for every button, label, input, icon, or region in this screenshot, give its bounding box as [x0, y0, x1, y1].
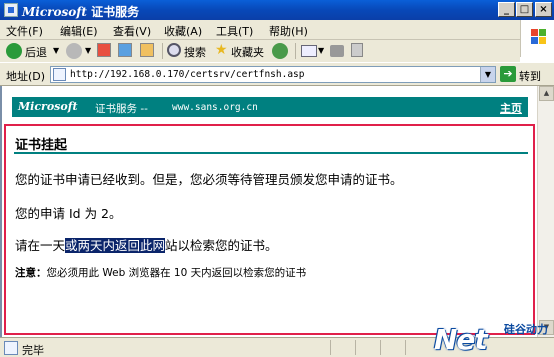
- note-label: 注意：: [15, 267, 47, 279]
- edit-icon[interactable]: [351, 43, 363, 57]
- minimize-button[interactable]: _: [498, 2, 515, 17]
- status-text: 完毕: [22, 344, 44, 357]
- banner-host: www.sans.org.cn: [172, 102, 258, 113]
- toolbar-separator: [295, 43, 296, 59]
- address-bar: 地址(D) http://192.168.0.170/certsrv/certf…: [0, 62, 554, 86]
- status-divider: [380, 340, 381, 355]
- menu-help[interactable]: 帮助(H): [269, 23, 308, 39]
- vertical-scrollbar[interactable]: ▲ ▼: [537, 86, 554, 337]
- window-title: Microsoft 证书服务: [22, 3, 139, 20]
- note-message: 注意：您必须用此 Web 浏览器在 10 天内返回以检索您的证书: [15, 265, 306, 280]
- go-arrow-icon[interactable]: ➔: [500, 66, 516, 82]
- address-input[interactable]: http://192.168.0.170/certsrv/certfnsh.as…: [50, 66, 496, 83]
- home-link[interactable]: 主页: [500, 100, 522, 116]
- page-banner: Microsoft 证书服务 -- www.sans.org.cn 主页: [12, 97, 528, 117]
- watermark-brand: Net: [434, 323, 488, 356]
- menu-view[interactable]: 查看(V): [113, 23, 151, 39]
- windows-logo-icon: [531, 29, 547, 45]
- stop-icon[interactable]: [97, 43, 111, 57]
- status-page-icon: [4, 341, 18, 355]
- menu-favorites[interactable]: 收藏(A): [164, 23, 202, 39]
- note-text: 您必须用此 Web 浏览器在 10 天内返回以检索您的证书: [46, 267, 307, 279]
- favorites-label[interactable]: 收藏夹: [231, 44, 264, 60]
- search-label[interactable]: 搜索: [184, 44, 206, 60]
- highlight-frame: [4, 124, 535, 335]
- forward-dropdown-icon[interactable]: ▼: [85, 46, 91, 55]
- search-icon[interactable]: [167, 43, 181, 57]
- mail-icon[interactable]: [301, 45, 317, 57]
- go-button[interactable]: 转到: [519, 68, 541, 84]
- banner-service: 证书服务 --: [95, 103, 148, 115]
- history-icon[interactable]: [272, 43, 288, 59]
- address-url[interactable]: http://192.168.0.170/certsrv/certfnsh.as…: [70, 69, 305, 80]
- toolbar: 后退 ▼ ▼ 搜索 ★ 收藏夹 ▼: [0, 40, 520, 62]
- menu-file[interactable]: 文件(F): [6, 23, 43, 39]
- back-label[interactable]: 后退: [25, 44, 47, 60]
- status-divider: [405, 340, 406, 355]
- menu-tools[interactable]: 工具(T): [216, 23, 253, 39]
- return-text-start: 请在一天: [15, 238, 66, 253]
- menu-bar: 文件(F) 编辑(E) 查看(V) 收藏(A) 工具(T) 帮助(H): [0, 20, 554, 40]
- return-message: 请在一天或两天内返回此网站以检索您的证书。: [15, 235, 278, 254]
- page-icon: [53, 68, 66, 81]
- address-label: 地址(D): [6, 70, 46, 83]
- title-brand: Microsoft: [22, 5, 87, 19]
- back-dropdown-icon[interactable]: ▼: [53, 46, 59, 55]
- print-icon[interactable]: [330, 45, 344, 57]
- ie-app-icon: [4, 3, 18, 17]
- title-text: 证书服务: [86, 5, 140, 19]
- page-viewport: Microsoft 证书服务 -- www.sans.org.cn 主页 证书挂…: [0, 86, 537, 337]
- toolbar-separator: [162, 43, 163, 59]
- refresh-icon[interactable]: [118, 43, 132, 57]
- selected-text[interactable]: 或两天内返回此网: [65, 238, 166, 253]
- scroll-up-icon[interactable]: ▲: [539, 86, 554, 101]
- home-icon[interactable]: [140, 43, 154, 57]
- forward-arrow-icon[interactable]: [66, 43, 82, 59]
- menu-edit[interactable]: 编辑(E): [60, 23, 98, 39]
- back-arrow-icon[interactable]: [6, 43, 22, 59]
- watermark-cn: 硅谷动力: [504, 323, 548, 336]
- received-message: 您的证书申请已经收到。但是，您必须等待管理员颁发您申请的证书。: [15, 172, 403, 187]
- mail-dropdown-icon[interactable]: ▼: [318, 46, 324, 55]
- page-title: 证书挂起: [15, 138, 68, 153]
- windows-logo-box: [520, 20, 554, 57]
- maximize-button[interactable]: □: [516, 2, 533, 17]
- status-divider: [330, 340, 331, 355]
- return-text-end: 站以检索您的证书。: [165, 238, 278, 253]
- watermark-logo: Net 硅谷动力: [432, 322, 552, 357]
- status-divider: [355, 340, 356, 355]
- title-rule: [14, 152, 528, 154]
- title-bar: Microsoft 证书服务 _ □ ×: [0, 0, 554, 20]
- favorites-star-icon[interactable]: ★: [215, 42, 228, 58]
- close-button[interactable]: ×: [535, 2, 552, 17]
- address-dropdown-icon[interactable]: ▼: [480, 67, 495, 82]
- banner-brand: Microsoft: [18, 100, 78, 113]
- request-id-message: 您的申请 Id 为 2。: [15, 206, 122, 221]
